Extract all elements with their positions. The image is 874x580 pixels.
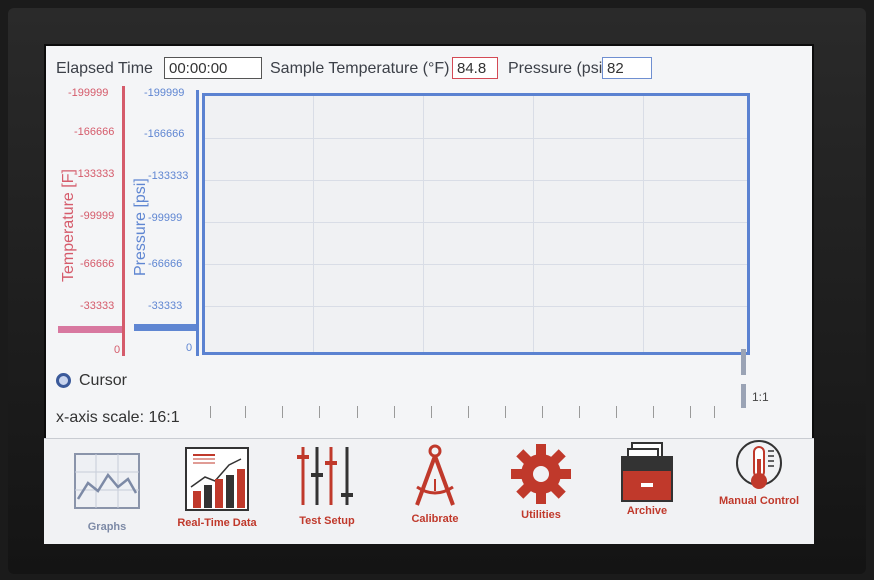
nav-manual-control-label: Manual Control [718, 495, 800, 507]
x-axis-scale-label: x-axis scale: 16:1 [56, 409, 180, 426]
grid-line [205, 306, 747, 307]
pressure-tick: -99999 [148, 212, 183, 224]
nav-real-time-data-button[interactable]: Real-Time Data [162, 439, 272, 544]
pressure-tick: -33333 [148, 300, 183, 312]
scale-tick [468, 406, 469, 418]
graphs-icon [74, 453, 140, 509]
scale-tick [319, 406, 320, 418]
scale-tick [505, 406, 506, 418]
nav-manual-control-button[interactable]: Manual Control [704, 439, 814, 544]
nav-graphs-button[interactable]: Graphs [52, 439, 162, 544]
pressure-tick: -133333 [148, 170, 189, 182]
x-scale-slider-end[interactable] [741, 384, 746, 408]
scale-tick [690, 406, 691, 418]
pressure-label: Pressure (psi) [508, 60, 608, 77]
grid-line [205, 138, 747, 139]
nav-real-time-data-label: Real-Time Data [177, 517, 257, 529]
grid-line [423, 96, 424, 352]
nav-utilities-button[interactable]: Utilities [486, 439, 596, 544]
grid-line [205, 264, 747, 265]
temperature-tick: -166666 [74, 126, 115, 138]
scale-tick [245, 406, 246, 418]
grid-line [533, 96, 534, 352]
nav-test-setup-label: Test Setup [299, 515, 355, 527]
scale-tick [653, 406, 654, 418]
scale-tick [394, 406, 395, 418]
sample-temperature-label: Sample Temperature (°F) [270, 60, 450, 77]
y-scroll-handle[interactable] [741, 349, 746, 375]
temperature-tick: -199999 [68, 87, 109, 99]
scale-tick [431, 406, 432, 418]
temperature-axis-title: Temperature [F] [60, 169, 77, 282]
grid-line [205, 180, 747, 181]
pressure-tick: -199999 [144, 87, 185, 99]
nav-archive-button[interactable]: Archive [592, 439, 702, 544]
cursor-toggle[interactable]: Cursor [56, 372, 127, 390]
nav-graphs-label: Graphs [87, 521, 127, 533]
sample-temperature-field[interactable]: 84.8 [452, 57, 498, 79]
nav-calibrate-button[interactable]: Calibrate [380, 439, 490, 544]
temperature-tick: -99999 [80, 210, 115, 222]
grid-line [643, 96, 644, 352]
temperature-tick: -33333 [80, 300, 115, 312]
pressure-axis-line [196, 90, 199, 356]
elapsed-time-label: Elapsed Time [56, 60, 153, 77]
sliders-icon [297, 447, 353, 505]
plot-area[interactable] [202, 93, 750, 355]
pressure-tick: -166666 [144, 128, 185, 140]
cursor-label: Cursor [79, 372, 128, 389]
scale-ratio-label: 1:1 [752, 390, 769, 404]
elapsed-time-field[interactable]: 00:00:00 [164, 57, 262, 79]
temperature-scale-bar[interactable] [58, 326, 122, 333]
pressure-scale-bar[interactable] [134, 324, 196, 331]
nav-test-setup-button[interactable]: Test Setup [272, 439, 382, 544]
scale-tick [210, 406, 211, 418]
header-bar: Elapsed Time 00:00:00 Sample Temperature… [44, 44, 814, 86]
scale-tick [357, 406, 358, 418]
nav-utilities-label: Utilities [521, 509, 561, 521]
nav-archive-label: Archive [626, 505, 668, 517]
archive-icon [621, 442, 673, 502]
scale-tick [542, 406, 543, 418]
grid-line [205, 222, 747, 223]
bottom-nav: Graphs Real-Time Data Test Setup Calibra… [44, 438, 814, 544]
scale-tick [579, 406, 580, 418]
scale-tick [616, 406, 617, 418]
nav-calibrate-label: Calibrate [411, 513, 459, 525]
scale-tick [714, 406, 715, 418]
temperature-tick: -133333 [74, 168, 115, 180]
temperature-tick: -66666 [80, 258, 115, 270]
thermometer-icon [736, 440, 782, 489]
radio-icon [56, 373, 71, 389]
temperature-tick: 0 [114, 344, 121, 356]
touch-screen: Elapsed Time 00:00:00 Sample Temperature… [44, 44, 814, 544]
scale-tick [282, 406, 283, 418]
temperature-axis-line [122, 86, 125, 356]
grid-line [313, 96, 314, 352]
bar-chart-icon [185, 447, 249, 511]
pressure-field[interactable]: 82 [602, 57, 652, 79]
compass-icon [415, 444, 455, 506]
pressure-tick: -66666 [148, 258, 183, 270]
pressure-tick: 0 [186, 342, 193, 354]
gear-icon [511, 444, 571, 504]
